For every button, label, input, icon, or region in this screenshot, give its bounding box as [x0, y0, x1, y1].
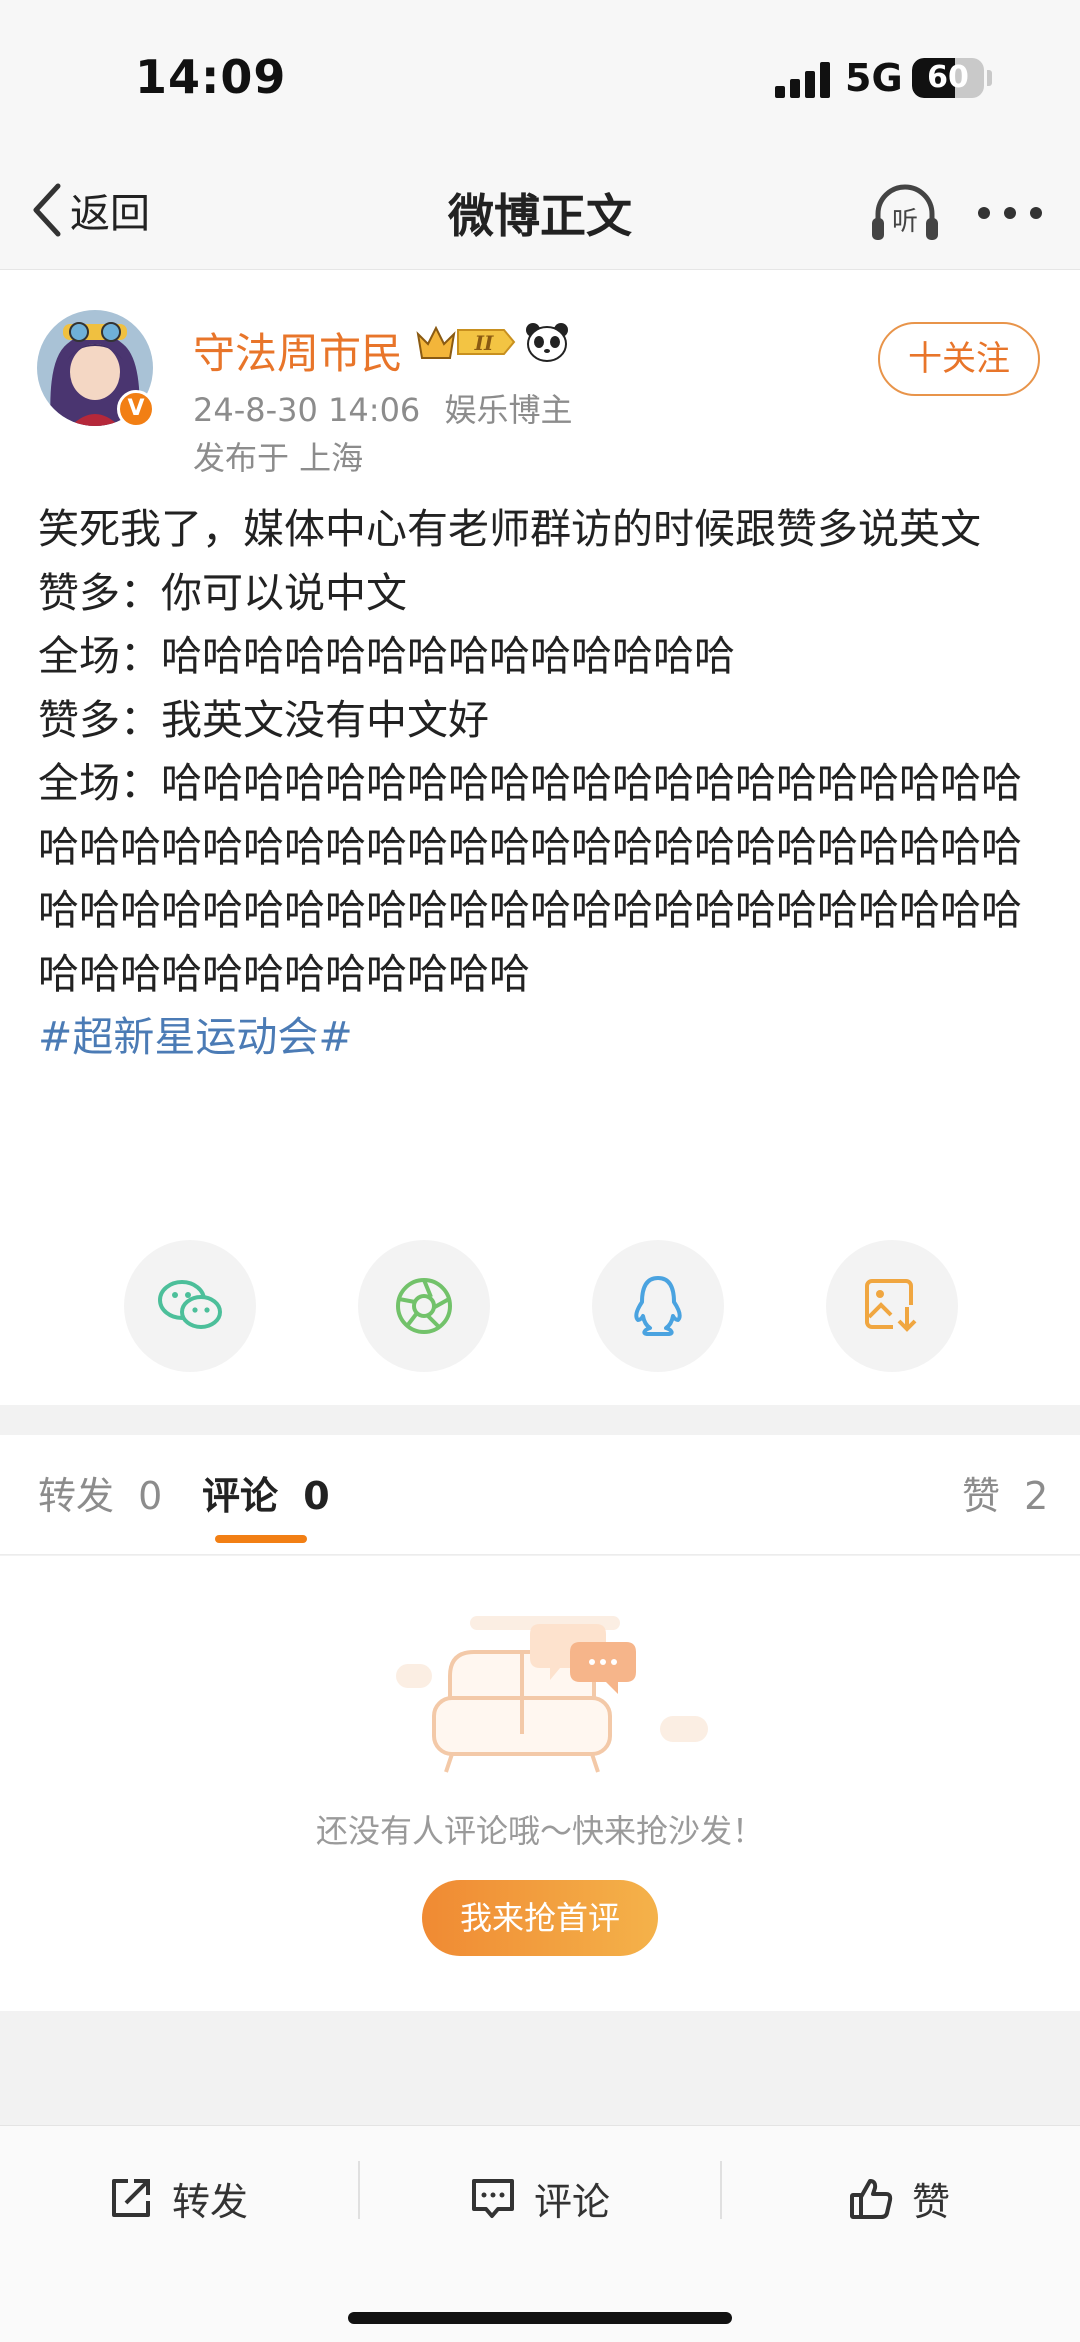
wechat-icon: [158, 1280, 222, 1329]
tab-comments[interactable]: 评论 0: [202, 1465, 330, 1520]
tab-likes[interactable]: 赞 2: [962, 1465, 1048, 1520]
verified-badge: V: [117, 390, 155, 428]
svg-text:II: II: [474, 331, 494, 355]
bottom-action-bar: 转发 评论 赞: [0, 2125, 1080, 2342]
post-line: 全场：哈哈哈哈哈哈哈哈哈哈哈哈哈哈: [38, 632, 735, 680]
qq-icon: [634, 1276, 682, 1336]
like-button[interactable]: 赞: [848, 2168, 950, 2228]
share-wechat-button[interactable]: [124, 1240, 256, 1372]
dot: [1030, 207, 1042, 219]
dot: [978, 207, 990, 219]
post-line: 赞多：你可以说中文: [38, 568, 407, 617]
post-body: 笑死我了，媒体中心有老师群访的时候跟赞多说英文 赞多：你可以说中文 全场：哈哈哈…: [38, 498, 1048, 1070]
network-type: 5G: [845, 56, 903, 100]
tab-count: 0: [138, 1474, 163, 1518]
active-tab-indicator: [215, 1535, 307, 1543]
crown-rank-badge-icon: II: [416, 325, 516, 359]
comment-button[interactable]: 评论: [470, 2168, 610, 2228]
post-timestamp: 24-8-30 14:06: [193, 391, 421, 429]
status-time: 14:09: [135, 50, 287, 104]
home-indicator: [348, 2312, 732, 2324]
post-line: 笑死我了，媒体中心有老师群访的时候跟赞多说英文: [38, 505, 981, 553]
repost-button[interactable]: 转发: [108, 2168, 248, 2228]
tab-count: 2: [1024, 1474, 1049, 1518]
panda-icon: [526, 323, 568, 362]
post-line: 全场：哈哈哈哈哈哈哈哈哈哈哈哈哈哈哈哈哈哈哈哈哈哈哈哈哈哈哈哈哈哈哈哈哈哈哈哈哈…: [38, 759, 1022, 998]
weibo-post-page: 14:09 5G 60 返回 微博正文 听 V 守法周市民 II 24-8-30…: [0, 0, 1080, 2342]
moments-icon: [396, 1278, 452, 1334]
repost-icon: [112, 2179, 150, 2217]
comment-label: 评论: [534, 2179, 611, 2224]
first-comment-button[interactable]: 我来抢首评: [422, 1880, 658, 1956]
save-image-button[interactable]: [826, 1240, 958, 1372]
repost-label: 转发: [172, 2179, 249, 2224]
post-line: 赞多：我英文没有中文好: [38, 695, 489, 744]
dot: [1004, 207, 1016, 219]
follow-button[interactable]: 十关注: [878, 322, 1040, 396]
headphones-listen-icon[interactable]: 听: [870, 180, 940, 244]
listen-glyph: 听: [892, 207, 918, 237]
save-image-icon: [865, 1279, 919, 1333]
comment-icon: [472, 2179, 514, 2218]
empty-message: 还没有人评论哦～快来抢沙发！: [315, 1812, 764, 1850]
like-label: 赞: [912, 2179, 951, 2224]
status-bar: 14:09 5G 60: [0, 0, 1080, 150]
tab-label: 转发: [38, 1474, 115, 1518]
post-source: 娱乐博主: [444, 391, 573, 429]
signal-icon: [775, 62, 830, 98]
empty-comments: 还没有人评论哦～快来抢沙发！ 我来抢首评: [0, 1556, 1080, 2011]
username[interactable]: 守法周市民: [193, 320, 403, 381]
tab-label: 赞: [962, 1474, 1001, 1518]
post-meta: 24-8-30 14:06 娱乐博主: [193, 385, 572, 431]
tab-reposts[interactable]: 转发 0: [38, 1465, 162, 1520]
battery-cap: [987, 70, 992, 86]
more-options-icon[interactable]: [978, 205, 1042, 221]
divider: [358, 2161, 360, 2219]
nav-bar: 返回 微博正文 听: [0, 150, 1080, 270]
tab-count: 0: [303, 1474, 330, 1518]
share-row: [0, 1240, 1080, 1376]
sofa-illustration-icon: [396, 1616, 708, 1773]
thumbs-up-icon: [850, 2179, 893, 2219]
battery-percent: 60: [927, 60, 969, 95]
tab-label: 评论: [202, 1474, 279, 1518]
share-moments-button[interactable]: [358, 1240, 490, 1372]
battery-icon: 60: [912, 58, 984, 98]
post-tabs: 转发 0 评论 0 赞 2: [0, 1435, 1080, 1555]
topic-link[interactable]: #超新星运动会#: [38, 1006, 1048, 1070]
divider: [720, 2161, 722, 2219]
post-card: V 守法周市民 II 24-8-30 14:06 娱乐博主 发布于 上海 十关注…: [0, 270, 1080, 1405]
post-location: 发布于 上海: [193, 439, 364, 477]
share-qq-button[interactable]: [592, 1240, 724, 1372]
